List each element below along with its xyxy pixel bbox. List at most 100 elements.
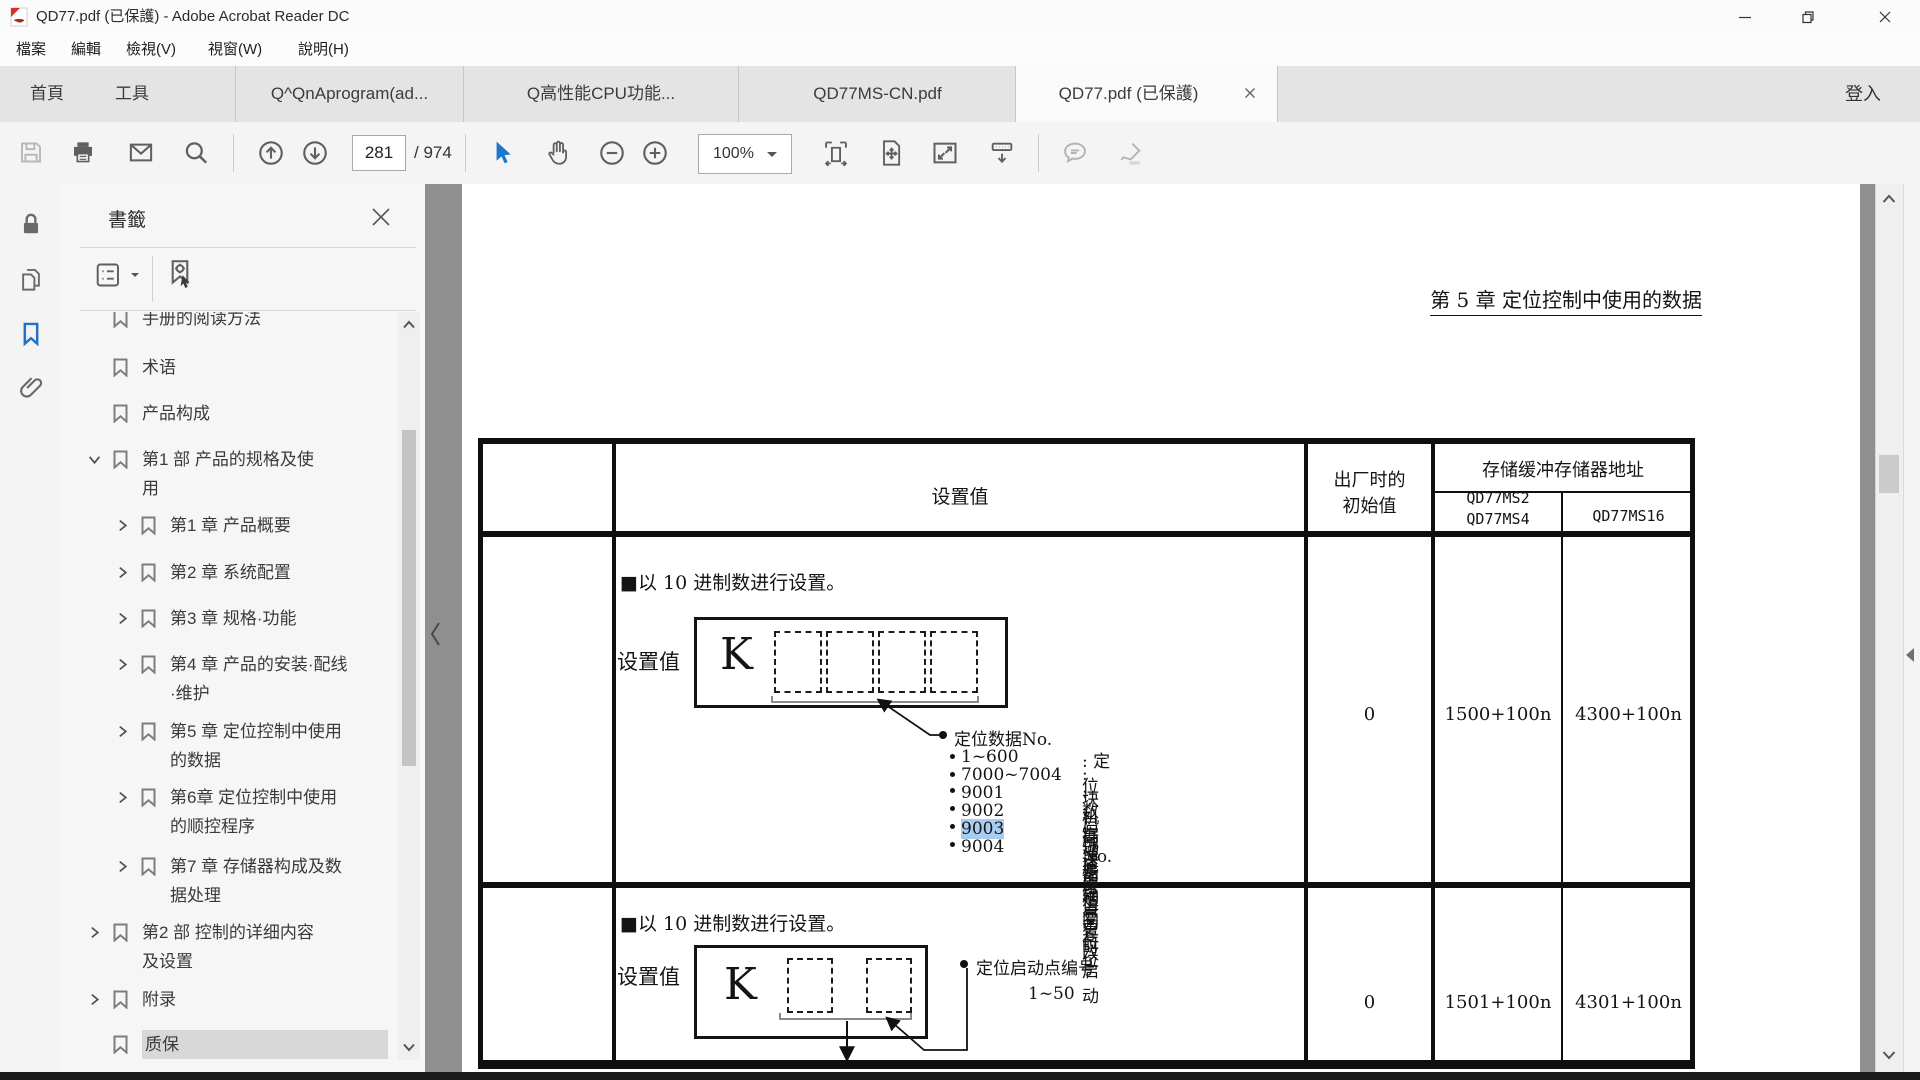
highlighter-icon[interactable]	[1116, 139, 1144, 172]
tab-tools[interactable]: 工具	[102, 66, 162, 122]
chevron-right-icon[interactable]	[116, 783, 140, 809]
bookmark-item-selected[interactable]: 质保	[62, 1030, 388, 1059]
chevron-down-icon[interactable]	[88, 445, 112, 471]
security-lock-icon[interactable]	[18, 211, 44, 242]
bookmark-item[interactable]: 第2 部 控制的详细内容及设置	[62, 918, 324, 976]
menu-bar: 檔案 編輯 檢視(V) 視窗(W) 說明(H)	[0, 34, 1920, 66]
panel-scrollbar-thumb[interactable]	[402, 430, 416, 766]
panel-close-icon[interactable]	[370, 206, 392, 233]
bookmark-label: 第7 章 存储器构成及数据处理	[170, 852, 352, 910]
collapse-panel-icon[interactable]	[428, 620, 442, 653]
bookmark-item[interactable]: 附录	[62, 985, 324, 1014]
acrobat-window: QD77.pdf (已保護) - Adobe Acrobat Reader DC…	[0, 0, 1920, 1080]
bookmark-item[interactable]: 第2 章 系统配置	[62, 558, 352, 587]
menu-edit[interactable]: 編輯	[71, 34, 101, 66]
bookmark-label: 质保	[142, 1030, 388, 1059]
chevron-down-icon	[767, 152, 777, 162]
toolbar-separator	[465, 134, 466, 172]
menu-window[interactable]: 視窗(W)	[208, 34, 262, 66]
zoom-in-icon[interactable]	[641, 139, 669, 172]
chevron-right-icon[interactable]	[116, 717, 140, 743]
collapse-right-icon[interactable]	[1906, 648, 1914, 662]
bottom-edge-bar	[0, 1072, 1920, 1080]
bookmark-item[interactable]: 第5 章 定位控制中使用的数据	[62, 717, 352, 775]
bookmark-options-icon[interactable]	[94, 260, 126, 295]
next-page-icon[interactable]	[301, 139, 329, 172]
comment-icon[interactable]	[1061, 139, 1089, 172]
minimize-button[interactable]	[1716, 0, 1774, 33]
bookmark-label: 第6章 定位控制中使用的顺控程序	[170, 783, 352, 841]
title-bar: QD77.pdf (已保護) - Adobe Acrobat Reader DC	[0, 0, 1920, 35]
toolbar-separator	[233, 134, 234, 172]
page-thumbnails-icon[interactable]	[18, 266, 45, 298]
tab-doc-qnaprogram[interactable]: Q^QnAprogram(ad...	[236, 66, 463, 122]
attachments-icon[interactable]	[18, 374, 45, 406]
bookmark-item[interactable]: 第3 章 规格·功能	[62, 604, 352, 633]
email-icon[interactable]	[127, 139, 155, 171]
bookmark-item[interactable]: 产品构成	[62, 399, 324, 428]
bookmarks-panel-title: 書籤	[108, 205, 146, 232]
search-icon[interactable]	[183, 139, 210, 171]
zoom-level-select[interactable]: 100%	[698, 134, 792, 174]
chevron-down-icon	[131, 273, 139, 281]
select-tool-icon[interactable]	[489, 139, 515, 171]
tab-doc-qd77-active[interactable]: QD77.pdf (已保護)	[1016, 66, 1277, 122]
chevron-right-icon[interactable]	[116, 511, 140, 537]
menu-file[interactable]: 檔案	[16, 34, 46, 66]
locate-bookmark-icon[interactable]	[163, 257, 197, 296]
previous-page-icon[interactable]	[257, 139, 285, 172]
bookmark-item[interactable]: 第6章 定位控制中使用的顺控程序	[62, 783, 352, 841]
scroll-down-icon[interactable]	[402, 1040, 416, 1058]
toolbar-mode-icon[interactable]	[988, 139, 1016, 172]
chevron-right-icon[interactable]	[116, 650, 140, 676]
bookmark-icon	[112, 985, 142, 1014]
bookmark-item[interactable]: 第1 部 产品的规格及使用	[62, 445, 324, 503]
bookmark-label: 第4 章 产品的安装·配线·维护	[170, 650, 352, 708]
bookmark-item[interactable]: 第4 章 产品的安装·配线·维护	[62, 650, 352, 708]
close-button[interactable]	[1849, 0, 1920, 33]
sign-in-button[interactable]: 登入	[1845, 66, 1881, 122]
bookmarks-panel-icon[interactable]	[18, 320, 45, 352]
bookmark-item[interactable]: 手册的阅读方法	[62, 312, 324, 333]
fit-width-icon[interactable]	[822, 139, 850, 172]
print-icon[interactable]	[70, 139, 97, 171]
document-scrollbar-thumb[interactable]	[1879, 455, 1899, 493]
pdf-page: 第 5 章 定位控制中使用的数据 设置值 出厂时的 初始值 存储缓冲存储器地址 …	[462, 184, 1860, 1072]
chevron-right-icon[interactable]	[116, 558, 140, 584]
bookmark-icon	[112, 1030, 142, 1059]
bookmark-icon	[140, 604, 170, 633]
scroll-up-icon[interactable]	[1881, 192, 1897, 211]
bookmark-label: 第3 章 规格·功能	[170, 604, 352, 633]
tab-doc-qcpu[interactable]: Q高性能CPU功能...	[464, 66, 738, 122]
zoom-out-icon[interactable]	[598, 139, 626, 172]
menu-help[interactable]: 說明(H)	[298, 34, 349, 66]
bookmark-icon	[112, 918, 142, 947]
navigation-rail	[0, 184, 63, 1072]
bookmark-item[interactable]: 第1 章 产品概要	[62, 511, 352, 540]
bookmark-item[interactable]: 术语	[62, 353, 324, 382]
menu-view[interactable]: 檢視(V)	[126, 34, 176, 66]
restore-button[interactable]	[1779, 0, 1837, 33]
scroll-up-icon[interactable]	[402, 318, 416, 336]
tab-close-icon[interactable]	[1243, 86, 1257, 105]
tab-doc-qd77ms-cn[interactable]: QD77MS-CN.pdf	[739, 66, 1016, 122]
chevron-right-icon[interactable]	[88, 918, 112, 944]
page-number-input[interactable]: 281	[352, 135, 406, 171]
save-icon[interactable]	[18, 139, 45, 171]
panel-tools-separator	[152, 256, 153, 302]
toolbar-separator	[1038, 134, 1039, 172]
page-total-label: / 974	[414, 135, 452, 171]
chevron-right-icon[interactable]	[88, 985, 112, 1011]
fullscreen-icon[interactable]	[931, 139, 959, 172]
scroll-down-icon[interactable]	[1881, 1048, 1897, 1067]
chevron-right-icon[interactable]	[116, 604, 140, 630]
document-scrollbar[interactable]	[1875, 184, 1904, 1072]
fit-page-icon[interactable]	[877, 139, 905, 172]
bookmark-icon	[140, 511, 170, 540]
hand-tool-icon[interactable]	[544, 139, 571, 171]
tab-home[interactable]: 首頁	[12, 66, 82, 122]
chevron-right-icon[interactable]	[116, 852, 140, 878]
bookmark-label: 术语	[142, 353, 324, 382]
chevron-spacer	[88, 353, 112, 361]
bookmark-item[interactable]: 第7 章 存储器构成及数据处理	[62, 852, 352, 910]
